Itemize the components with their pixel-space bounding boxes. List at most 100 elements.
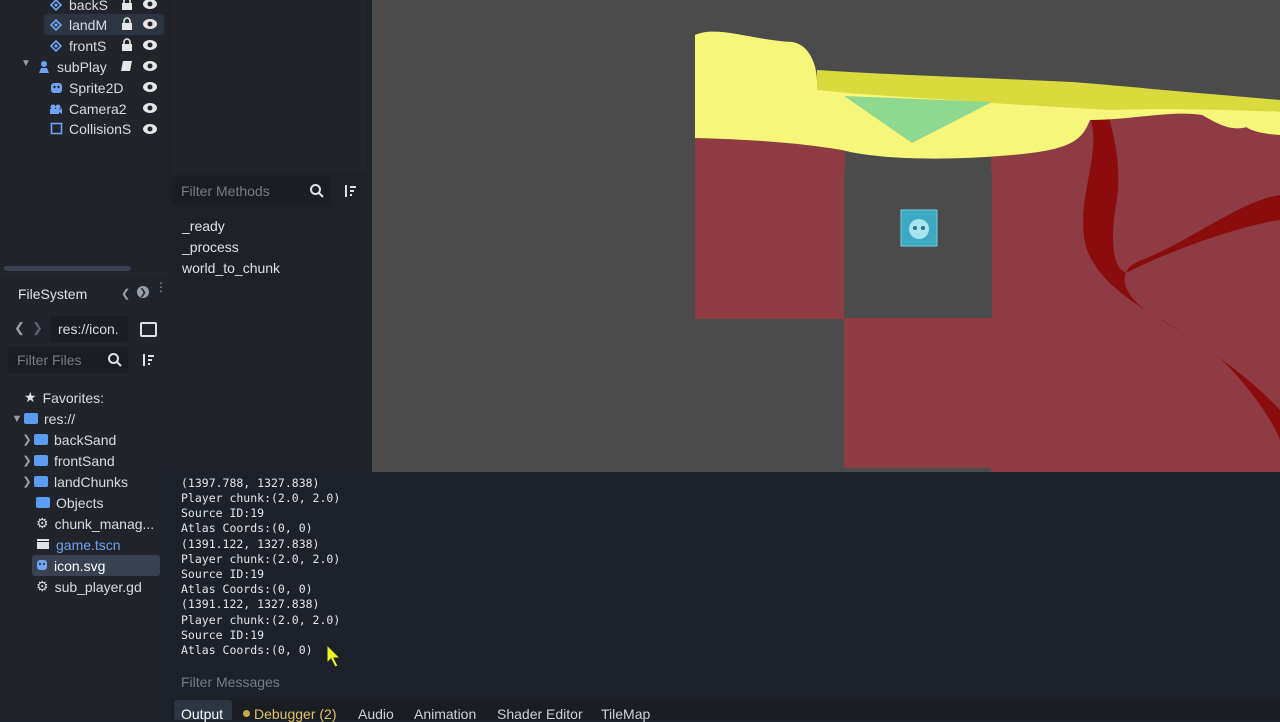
back-arrow-icon[interactable]: ❮: [14, 320, 25, 336]
mouse-cursor-icon: [326, 643, 344, 673]
output-line: Player chunk:(2.0, 2.0): [181, 491, 341, 505]
tilemap-canvas[interactable]: [372, 0, 1280, 536]
file-item-sub-player[interactable]: ⚙ sub_player.gd: [36, 576, 142, 597]
search-icon: [107, 352, 123, 373]
folder-icon: [34, 455, 48, 466]
folder-item-backsand[interactable]: ❯ backSand: [20, 429, 116, 450]
collision-shape-icon: [48, 121, 64, 137]
folder-icon: [36, 497, 50, 508]
camera-icon: [48, 101, 64, 117]
lock-icon[interactable]: [120, 17, 134, 31]
image-icon: [36, 558, 48, 574]
sort-icon[interactable]: [140, 352, 156, 373]
expand-arrow-icon[interactable]: ❯: [20, 433, 34, 446]
forward-arrow-icon[interactable]: ❯: [32, 320, 43, 336]
folder-icon: [34, 434, 48, 445]
visibility-eye-icon[interactable]: [142, 16, 158, 32]
fs-item-label: game.tscn: [56, 536, 121, 553]
method-item-process[interactable]: _process: [182, 239, 239, 255]
file-item-icon-svg[interactable]: icon.svg: [32, 555, 160, 576]
tilemap-layer-icon: [48, 0, 64, 13]
fs-item-label: chunk_manag...: [54, 515, 155, 532]
method-item-world-to-chunk[interactable]: world_to_chunk: [182, 260, 280, 276]
output-line: Atlas Coords:(0, 0): [181, 582, 313, 596]
2d-viewport[interactable]: [372, 0, 1280, 536]
folder-item-landchunks[interactable]: ❯ landChunks: [20, 471, 128, 492]
tilemap-layer-icon: [48, 17, 64, 33]
tree-item-subplayer[interactable]: subPlay: [36, 56, 126, 77]
folder-item-frontsand[interactable]: ❯ frontSand: [20, 450, 115, 471]
split-view-icon[interactable]: [140, 322, 157, 337]
horizontal-scrollbar[interactable]: [4, 266, 131, 271]
scene-tree-panel: backS landM frontS ▼ subPlay Sprite2D Ca…: [0, 0, 168, 278]
tree-item-label: Sprite2D: [69, 79, 124, 96]
output-line: Source ID:19: [181, 628, 265, 642]
output-line: Source ID:19: [181, 567, 265, 581]
favorites-label: Favorites:: [42, 389, 105, 406]
character-body-icon: [36, 59, 52, 75]
star-icon: ★: [24, 389, 37, 405]
next-dock-icon[interactable]: ❯: [137, 286, 149, 298]
output-line: Source ID:19: [181, 506, 265, 520]
visibility-eye-icon[interactable]: [142, 79, 158, 95]
fs-item-label: sub_player.gd: [54, 578, 142, 595]
dock-menu-icon[interactable]: ⋮: [155, 281, 167, 293]
debugger-warning-dot-icon: [243, 710, 250, 717]
script-icon[interactable]: [120, 59, 134, 73]
output-line: Player chunk:(2.0, 2.0): [181, 552, 341, 566]
output-line: (1391.122, 1327.838): [181, 597, 320, 611]
lock-icon[interactable]: [120, 38, 134, 52]
script-editor-area: [172, 0, 366, 172]
fs-item-label: Objects: [56, 494, 104, 511]
favorites-item[interactable]: ★ Favorites:: [24, 387, 104, 408]
method-item-ready[interactable]: _ready: [182, 218, 225, 234]
tree-item-label: subPlay: [57, 58, 107, 75]
visibility-eye-icon[interactable]: [142, 100, 158, 116]
path-field[interactable]: res://icon.: [50, 316, 128, 342]
res-root-label: res://: [44, 410, 76, 427]
expand-arrow-icon[interactable]: ❯: [20, 454, 34, 467]
clapperboard-icon: [36, 537, 50, 553]
tilemap-layer-icon: [48, 38, 64, 54]
bottom-panel-tabs: [172, 700, 1280, 720]
visibility-eye-icon[interactable]: [142, 121, 158, 137]
output-line: Atlas Coords:(0, 0): [181, 643, 313, 657]
tree-item-label: backS: [69, 0, 108, 13]
path-value: res://icon.: [58, 321, 119, 337]
res-root-item[interactable]: ▼ res://: [10, 408, 76, 429]
output-line: (1397.788, 1327.838): [181, 476, 320, 490]
expand-arrow-icon[interactable]: ❯: [20, 475, 34, 488]
output-line: Atlas Coords:(0, 0): [181, 521, 313, 535]
search-icon: [309, 183, 325, 204]
folder-icon: [24, 413, 38, 424]
collapse-arrow-icon[interactable]: ▼: [21, 58, 31, 69]
fs-item-label: icon.svg: [54, 557, 106, 574]
output-line: Player chunk:(2.0, 2.0): [181, 613, 341, 627]
fs-item-label: frontSand: [54, 452, 115, 469]
folder-item-objects[interactable]: Objects: [36, 492, 103, 513]
fs-item-label: landChunks: [54, 473, 128, 490]
filter-messages-input[interactable]: Filter Messages: [172, 670, 1280, 696]
sprite-icon: [48, 80, 64, 96]
tree-item-label: CollisionS: [69, 120, 132, 137]
file-item-game-scene[interactable]: game.tscn: [36, 534, 121, 555]
tree-item-label: Camera2: [69, 100, 127, 117]
filter-methods-input[interactable]: Filter Methods: [172, 176, 330, 205]
visibility-eye-icon[interactable]: [142, 0, 158, 12]
filter-messages-placeholder: Filter Messages: [181, 674, 280, 690]
folder-icon: [34, 476, 48, 487]
collapse-arrow-icon[interactable]: ▼: [10, 413, 24, 425]
previous-dock-icon[interactable]: ❮: [121, 287, 130, 300]
fs-item-label: backSand: [54, 431, 117, 448]
lock-icon[interactable]: [120, 0, 134, 11]
gear-icon: ⚙: [36, 578, 49, 594]
filesystem-dock: FileSystem ❮ ❯ ⋮ ❮ ❯ res://icon. Filter …: [0, 280, 168, 720]
filter-methods-placeholder: Filter Methods: [181, 182, 270, 199]
tree-item-label: landM: [69, 16, 108, 33]
filesystem-tab[interactable]: FileSystem: [18, 286, 87, 302]
tree-item-label: frontS: [69, 37, 107, 54]
visibility-eye-icon[interactable]: [142, 58, 158, 74]
sort-icon[interactable]: [342, 183, 358, 204]
file-item-chunk-manager[interactable]: ⚙ chunk_manag...: [36, 513, 154, 534]
visibility-eye-icon[interactable]: [142, 37, 158, 53]
